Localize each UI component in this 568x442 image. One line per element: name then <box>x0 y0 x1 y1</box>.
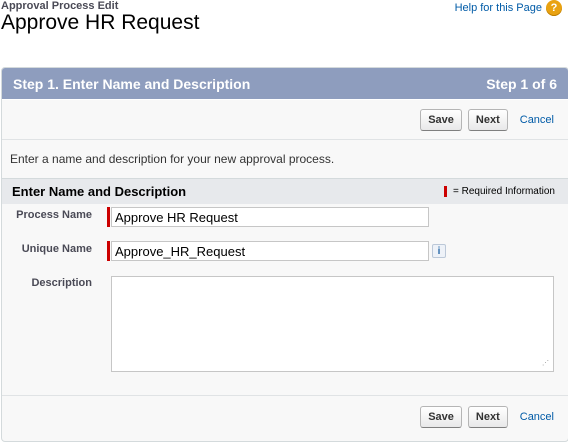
unique-name-label: Unique Name <box>21 243 92 255</box>
resize-grip-icon[interactable]: ⋰ <box>542 360 550 368</box>
help-icon[interactable]: ? <box>546 0 562 16</box>
next-button-bottom[interactable]: Next <box>467 406 508 428</box>
cancel-link[interactable]: Cancel <box>520 114 554 126</box>
step-counter: Step 1 of 6 <box>486 75 557 92</box>
form-area: Process Name Approve HR Request Unique N… <box>2 204 568 396</box>
step-title: Step 1. Enter Name and Description <box>13 75 251 92</box>
top-button-row: Save Next Cancel <box>2 99 568 140</box>
page-title: Approve HR Request <box>1 11 200 34</box>
required-legend: = Required Information <box>443 186 555 197</box>
help-area: Help for this Page ? <box>455 0 562 16</box>
unique-name-input[interactable]: Approve_HR_Request <box>111 241 429 261</box>
required-legend-text: = Required Information <box>452 186 555 197</box>
required-marker-icon <box>443 186 447 197</box>
unique-name-required-marker <box>107 241 110 261</box>
process-name-input[interactable]: Approve HR Request <box>111 207 429 227</box>
info-icon[interactable]: i <box>432 244 446 258</box>
step-header: Step 1. Enter Name and Description Step … <box>2 68 568 99</box>
section-header: Enter Name and Description = Required In… <box>2 178 568 204</box>
section-title: Enter Name and Description <box>12 184 187 199</box>
description-textarea[interactable]: ⋰ <box>111 276 554 372</box>
next-button[interactable]: Next <box>467 108 508 131</box>
description-label: Description <box>31 277 92 289</box>
process-name-required-marker <box>107 207 110 227</box>
intro-text: Enter a name and description for your ne… <box>2 140 568 178</box>
help-link[interactable]: Help for this Page <box>455 2 542 14</box>
cancel-link-bottom[interactable]: Cancel <box>520 411 554 423</box>
wizard-panel: Step 1. Enter Name and Description Step … <box>1 67 568 442</box>
process-name-label: Process Name <box>16 209 92 221</box>
bottom-button-row: Save Next Cancel <box>2 396 568 438</box>
save-button[interactable]: Save <box>420 108 462 131</box>
save-button-bottom[interactable]: Save <box>420 406 462 428</box>
